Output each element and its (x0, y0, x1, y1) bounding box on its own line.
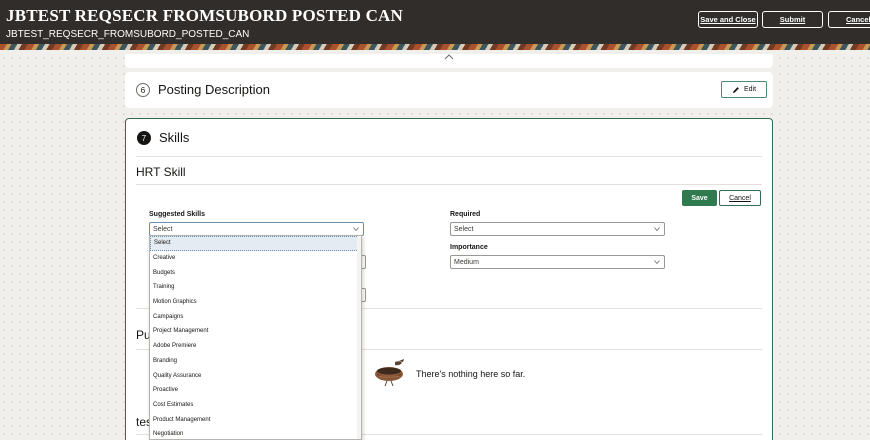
cancel-label: Cancel (729, 194, 751, 202)
dropdown-option[interactable]: Creative (150, 251, 361, 266)
dropdown-option[interactable]: Select (150, 236, 361, 251)
importance-select[interactable]: Medium (450, 255, 665, 269)
required-select[interactable]: Select (450, 222, 665, 236)
dropdown-option[interactable]: Product Management (150, 412, 361, 427)
step-number-6: 6 (136, 83, 150, 97)
edit-label: Edit (743, 86, 757, 93)
dropdown-option[interactable]: Branding (150, 354, 361, 369)
hrt-skill-title: HRT Skill (136, 165, 186, 179)
dropdown-option[interactable]: Budgets (150, 265, 361, 280)
previous-section-card (125, 54, 773, 68)
chevron-down-icon (654, 227, 660, 231)
header-cancel-label: Cancel (846, 15, 870, 24)
cancel-button[interactable]: Cancel (719, 190, 761, 206)
page-header: JBTEST REQSECR FROMSUBORD POSTED CAN JBT… (0, 0, 870, 50)
importance-label: Importance (450, 244, 488, 251)
importance-value: Medium (454, 258, 479, 266)
skills-title: Skills (159, 130, 190, 145)
dropdown-option[interactable]: Campaigns (150, 309, 361, 324)
header-decorative-pattern (0, 44, 870, 50)
save-button[interactable]: Save (682, 190, 717, 206)
step-number-7: 7 (137, 131, 151, 145)
dropdown-option[interactable]: Negotiation (150, 427, 361, 439)
suggested-skills-select[interactable]: Select (149, 222, 364, 236)
dropdown-option[interactable]: Cost Estimates (150, 398, 361, 413)
dropdown-option[interactable]: Training (150, 280, 361, 295)
chevron-down-icon (654, 260, 660, 264)
header-cancel-button[interactable]: Cancel (828, 11, 870, 28)
dropdown-option[interactable]: Quality Assurance (150, 368, 361, 383)
chevron-up-icon[interactable] (444, 54, 454, 60)
dropdown-option[interactable]: Adobe Premiere (150, 339, 361, 354)
suggested-skills-dropdown[interactable]: Select Creative Budgets Training Motion … (149, 235, 362, 440)
posting-description-card: 6 Posting Description Edit (125, 72, 773, 108)
save-and-close-button[interactable]: Save and Close (698, 11, 758, 28)
submit-label: Submit (779, 15, 806, 24)
submit-button[interactable]: Submit (762, 11, 823, 28)
dropdown-scrollbar[interactable] (357, 236, 361, 439)
dropdown-option[interactable]: Proactive (150, 383, 361, 398)
required-value: Select (454, 225, 474, 233)
pencil-icon (732, 86, 739, 93)
dropdown-option[interactable]: Motion Graphics (150, 295, 361, 310)
dropdown-option[interactable]: Project Management (150, 324, 361, 339)
page-subtitle: JBTEST_REQSECR_FROMSUBORD_POSTED_CAN (6, 29, 250, 40)
divider (136, 156, 762, 157)
save-and-close-label: Save and Close (700, 15, 756, 24)
suggested-skills-label: Suggested Skills (149, 211, 206, 218)
chevron-down-icon (353, 227, 359, 231)
suggested-skills-value: Select (153, 225, 173, 233)
empty-state-message: There's nothing here so far. (416, 369, 526, 379)
page-title: JBTEST REQSECR FROMSUBORD POSTED CAN (6, 6, 404, 25)
required-label: Required (450, 211, 481, 218)
divider (136, 184, 762, 185)
posting-description-title: Posting Description (158, 82, 270, 97)
empty-nest-bird-icon (375, 359, 404, 387)
edit-button[interactable]: Edit (721, 81, 767, 98)
